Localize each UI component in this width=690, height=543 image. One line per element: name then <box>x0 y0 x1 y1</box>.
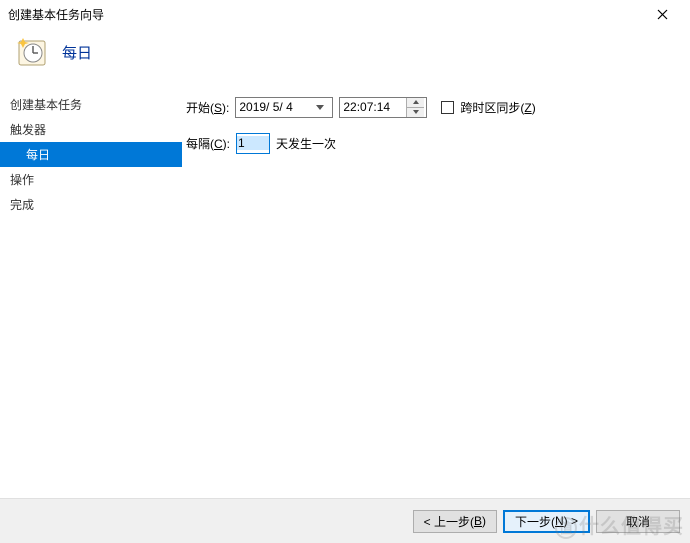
page-title: 每日 <box>62 42 92 63</box>
recur-label: 每隔(C): <box>186 135 230 152</box>
close-button[interactable] <box>642 0 682 28</box>
triangle-up-icon <box>413 100 419 104</box>
time-spin-up[interactable] <box>407 98 424 108</box>
recur-row: 每隔(C): 天发生一次 <box>186 132 680 154</box>
sidebar-item-finish[interactable]: 完成 <box>0 192 182 217</box>
start-row: 开始(S): 跨时区同步(Z) <box>186 96 680 118</box>
sidebar-item-create-task[interactable]: 创建基本任务 <box>0 92 182 117</box>
start-label: 开始(S): <box>186 99 229 116</box>
date-dropdown-button[interactable] <box>310 98 328 117</box>
wizard-sidebar: 创建基本任务 触发器 每日 操作 完成 <box>0 86 182 217</box>
time-spin-down[interactable] <box>407 108 424 117</box>
wizard-content: 开始(S): 跨时区同步(Z) 每隔(C): 天发生一次 <box>182 86 690 217</box>
sync-timezone-checkbox[interactable] <box>441 101 454 114</box>
wizard-body: 创建基本任务 触发器 每日 操作 完成 开始(S): 跨时区同步(Z) 每隔(C… <box>0 86 690 217</box>
cancel-button[interactable]: 取消 <box>596 510 680 533</box>
close-icon <box>657 9 668 20</box>
recur-days-field[interactable] <box>236 133 270 154</box>
window-title: 创建基本任务向导 <box>8 6 642 23</box>
wizard-buttons: < 上一步(B) 下一步(N) > 取消 <box>0 499 690 543</box>
start-time-input[interactable] <box>340 98 406 117</box>
sidebar-item-action[interactable]: 操作 <box>0 167 182 192</box>
start-date-input[interactable] <box>236 100 310 114</box>
recur-suffix-label: 天发生一次 <box>276 135 336 152</box>
chevron-down-icon <box>316 105 324 110</box>
sync-timezone-label: 跨时区同步(Z) <box>460 99 535 116</box>
back-button[interactable]: < 上一步(B) <box>413 510 497 533</box>
clock-sparkle-icon <box>16 36 48 68</box>
start-date-field[interactable] <box>235 97 333 118</box>
triangle-down-icon <box>413 110 419 114</box>
next-button[interactable]: 下一步(N) > <box>503 510 590 533</box>
start-time-field[interactable] <box>339 97 427 118</box>
time-spinner <box>406 98 424 117</box>
recur-days-input[interactable] <box>237 136 269 150</box>
sidebar-item-daily[interactable]: 每日 <box>0 142 182 167</box>
title-bar: 创建基本任务向导 <box>0 0 690 28</box>
wizard-header: 每日 <box>0 28 690 86</box>
sidebar-item-trigger[interactable]: 触发器 <box>0 117 182 142</box>
